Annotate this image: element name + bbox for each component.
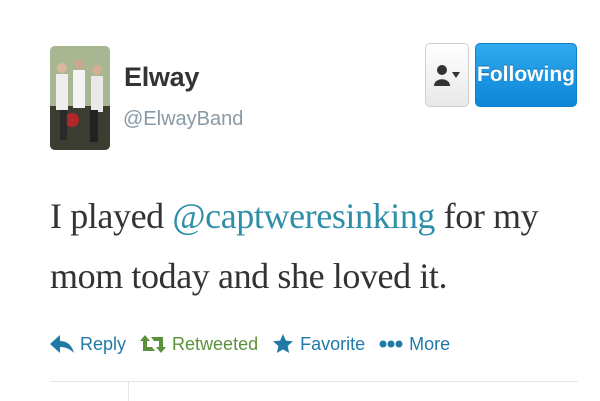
retweet-button[interactable]: Retweeted bbox=[140, 333, 258, 355]
mention-link[interactable]: @captweresinking bbox=[172, 196, 435, 236]
favorite-label: Favorite bbox=[300, 333, 366, 354]
user-icon bbox=[434, 65, 450, 86]
more-label: More bbox=[409, 333, 451, 354]
tweet-actions: Reply Retweeted Favorite More bbox=[50, 326, 450, 362]
tweet-text-before: I played bbox=[50, 196, 173, 236]
stats-divider bbox=[50, 381, 578, 382]
reply-button[interactable]: Reply bbox=[50, 334, 126, 355]
user-actions-dropdown[interactable] bbox=[425, 43, 469, 107]
retweet-label: Retweeted bbox=[172, 333, 259, 354]
reply-label: Reply bbox=[80, 333, 127, 354]
tweet-text: I played @captweresinking for my mom tod… bbox=[50, 186, 570, 306]
more-button[interactable]: More bbox=[379, 334, 450, 355]
user-name[interactable]: Elway bbox=[124, 62, 199, 93]
star-icon bbox=[273, 334, 294, 353]
stats-separator bbox=[128, 381, 129, 401]
more-icon bbox=[379, 340, 403, 348]
user-handle[interactable]: @ElwayBand bbox=[123, 108, 243, 131]
caret-down-icon bbox=[452, 72, 460, 78]
avatar[interactable] bbox=[50, 46, 110, 150]
retweet-icon bbox=[140, 335, 167, 353]
favorite-button[interactable]: Favorite bbox=[272, 333, 365, 355]
following-button[interactable]: Following bbox=[475, 43, 577, 107]
reply-icon bbox=[50, 335, 74, 353]
